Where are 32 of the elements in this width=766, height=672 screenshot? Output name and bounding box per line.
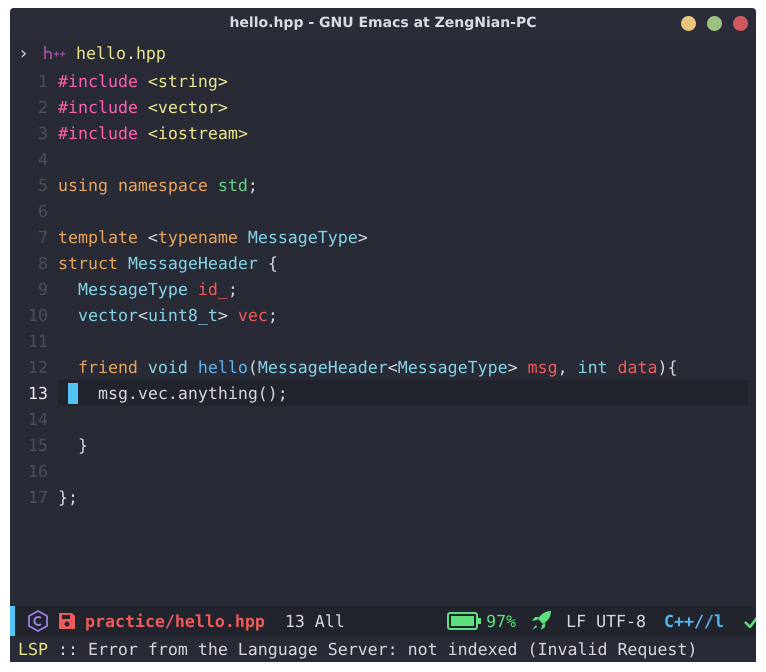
battery-icon <box>447 612 482 630</box>
lsp-label: LSP <box>18 640 48 658</box>
breadcrumb-chevron[interactable]: › <box>18 42 44 64</box>
line-number: 13 <box>27 384 49 402</box>
code-line: }; <box>58 486 79 508</box>
code-line: using namespace std; <box>58 174 259 197</box>
c-mode-icon <box>27 610 49 632</box>
code-line: vector<uint8_t> vec; <box>76 304 279 327</box>
code-line: MessageType id_; <box>76 278 239 301</box>
code-line: } <box>76 434 89 456</box>
rocket-icon <box>530 610 552 632</box>
encoding: LF UTF-8 <box>566 612 646 630</box>
code-line: #include <vector> <box>58 96 229 118</box>
minimize-button[interactable] <box>681 16 696 31</box>
cpp-header-icon <box>44 46 68 60</box>
maximize-button[interactable] <box>707 16 722 31</box>
code-line: #include <string> <box>58 70 229 93</box>
close-button[interactable] <box>733 16 748 31</box>
window-title: hello.hpp - GNU Emacs at ZengNian-PC <box>229 15 537 31</box>
window-indicator-bar <box>10 606 15 636</box>
battery-percentage: 97% <box>486 612 516 630</box>
major-mode: C++//l <box>664 612 724 630</box>
code-line: struct MessageHeader { <box>58 252 279 275</box>
file-name: hello.hpp <box>76 44 166 62</box>
save-icon <box>57 611 77 631</box>
buffer-name: practice/hello.hpp <box>85 612 265 630</box>
code-line: friend void hello(MessageHeader<MessageType> msg, int data){ <box>76 356 678 379</box>
check-icon <box>744 614 756 628</box>
code-line: #include <iostream> <box>58 122 249 144</box>
error-message: :: Error from the Language Server: not indexed (Invalid Request) <box>58 640 698 658</box>
code-line: template <typename MessageType> <box>58 226 369 249</box>
cursor-position: 13 All <box>284 612 345 630</box>
